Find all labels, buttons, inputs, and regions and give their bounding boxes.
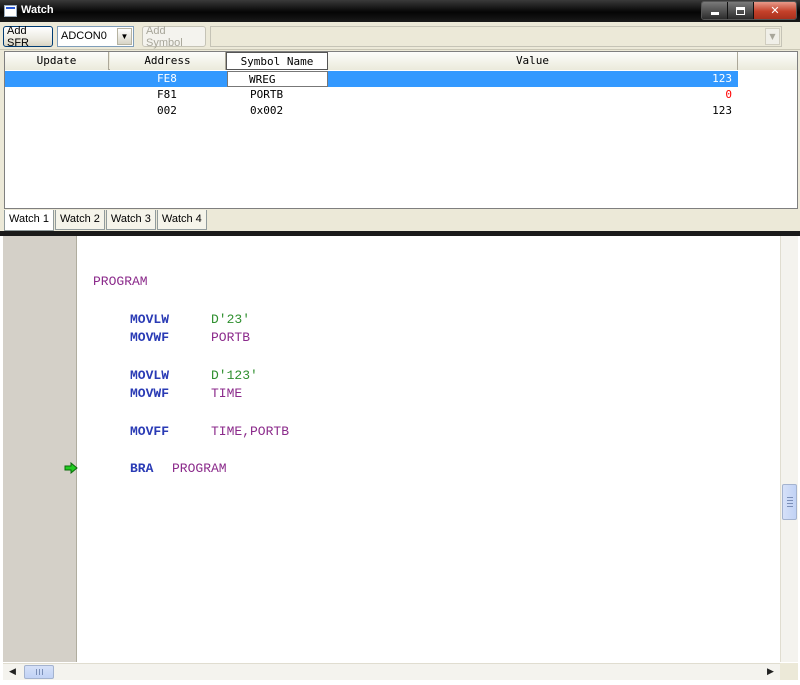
table-row[interactable]: F81 PORTB 0 xyxy=(5,87,738,103)
grip-icon xyxy=(787,506,793,507)
window-icon xyxy=(4,5,17,17)
grip-icon xyxy=(39,669,40,675)
execution-arrow-icon xyxy=(64,462,78,474)
grip-icon xyxy=(36,669,37,675)
title-bar: Watch ✕ xyxy=(0,0,800,22)
tab-watch-2[interactable]: Watch 2 xyxy=(54,210,105,230)
maximize-button[interactable] xyxy=(728,2,754,19)
tab-watch-4[interactable]: Watch 4 xyxy=(156,210,207,230)
scroll-right-arrow-icon[interactable]: ▶ xyxy=(767,667,774,677)
operand: PORTB xyxy=(211,330,251,345)
vertical-scrollbar[interactable] xyxy=(780,236,798,662)
window-controls: ✕ xyxy=(701,1,797,20)
add-symbol-button[interactable]: Add Symbol xyxy=(142,25,206,49)
code-line: MOVLW xyxy=(130,368,169,383)
address-cell: FE8 xyxy=(157,72,177,85)
window-title: Watch xyxy=(21,4,54,16)
dropdown-arrow-icon[interactable]: ▼ xyxy=(765,28,780,45)
code-line: MOVWF xyxy=(130,386,169,401)
program-label: PROGRAM xyxy=(93,274,148,289)
opcode: MOVLW xyxy=(130,368,170,383)
opcode: MOVFF xyxy=(130,424,170,439)
operand: TIME xyxy=(211,386,243,401)
address-cell: F81 xyxy=(157,88,177,101)
grip-icon xyxy=(787,497,793,498)
symbol-cell: 0x002 xyxy=(250,104,284,117)
column-header-address[interactable]: Address xyxy=(110,52,226,70)
value-cell: 0 xyxy=(725,88,732,101)
minimize-button[interactable] xyxy=(702,2,728,19)
grip-icon xyxy=(787,503,793,504)
opcode: MOVLW xyxy=(130,312,170,327)
editor-gutter[interactable] xyxy=(3,236,78,662)
opcode: BRA xyxy=(130,461,154,476)
code-line: MOVFF xyxy=(130,424,169,439)
operand: D'123' xyxy=(211,368,258,383)
operand: D'23' xyxy=(211,312,251,327)
horizontal-scroll-thumb[interactable] xyxy=(24,665,54,679)
column-header-value[interactable]: Value xyxy=(328,52,738,70)
scrollbar-corner xyxy=(780,663,798,680)
opcode: MOVWF xyxy=(130,330,170,345)
column-header-symbol-name[interactable]: Symbol Name xyxy=(226,52,328,70)
sfr-select[interactable]: ADCON0 ▼ xyxy=(57,26,134,47)
grip-icon xyxy=(787,500,793,501)
value-cell: 123 xyxy=(712,72,732,85)
table-row[interactable]: FE8 WREG 123 xyxy=(5,71,738,87)
code-line: BRA xyxy=(130,461,153,476)
vertical-scroll-thumb[interactable] xyxy=(782,484,797,520)
tab-watch-3[interactable]: Watch 3 xyxy=(105,210,156,230)
code-line: MOVWF xyxy=(130,330,169,345)
table-row[interactable]: 002 0x002 123 xyxy=(5,103,738,119)
grip-icon xyxy=(42,669,43,675)
horizontal-scrollbar[interactable]: ◀ ▶ xyxy=(3,663,780,680)
watch-tabs: Watch 1 Watch 2 Watch 3 Watch 4 xyxy=(4,210,208,231)
tab-watch-1[interactable]: Watch 1 xyxy=(4,210,54,231)
watch-toolbar: Add SFR ADCON0 ▼ Add Symbol ▼ xyxy=(0,22,800,50)
maximize-icon xyxy=(736,6,745,15)
scroll-left-arrow-icon[interactable]: ◀ xyxy=(9,667,16,677)
address-cell: 002 xyxy=(157,104,177,117)
sfr-select-value: ADCON0 xyxy=(61,30,107,42)
code-area[interactable]: PROGRAM MOVLW D'23' MOVWF PORTB MOVLW D'… xyxy=(78,236,780,662)
dropdown-arrow-icon[interactable]: ▼ xyxy=(117,28,132,45)
column-header-update[interactable]: Update xyxy=(5,52,109,70)
column-header-filler xyxy=(738,52,797,70)
add-sfr-button[interactable]: Add SFR xyxy=(3,25,53,49)
operand: TIME,PORTB xyxy=(211,424,290,439)
symbol-select[interactable]: ▼ xyxy=(210,26,782,47)
code-editor: PROGRAM MOVLW D'23' MOVWF PORTB MOVLW D'… xyxy=(0,236,800,685)
value-cell: 123 xyxy=(712,104,732,117)
minimize-icon xyxy=(710,12,719,15)
close-button[interactable]: ✕ xyxy=(754,2,796,19)
watch-grid: Update Address Symbol Name Value FE8 WRE… xyxy=(4,51,798,209)
grid-header: Update Address Symbol Name Value xyxy=(5,52,797,70)
operand: PROGRAM xyxy=(172,461,227,476)
close-icon: ✕ xyxy=(770,4,780,17)
symbol-cell[interactable]: WREG xyxy=(227,71,328,87)
opcode: MOVWF xyxy=(130,386,170,401)
symbol-cell: PORTB xyxy=(250,88,284,101)
code-line: MOVLW xyxy=(130,312,169,327)
